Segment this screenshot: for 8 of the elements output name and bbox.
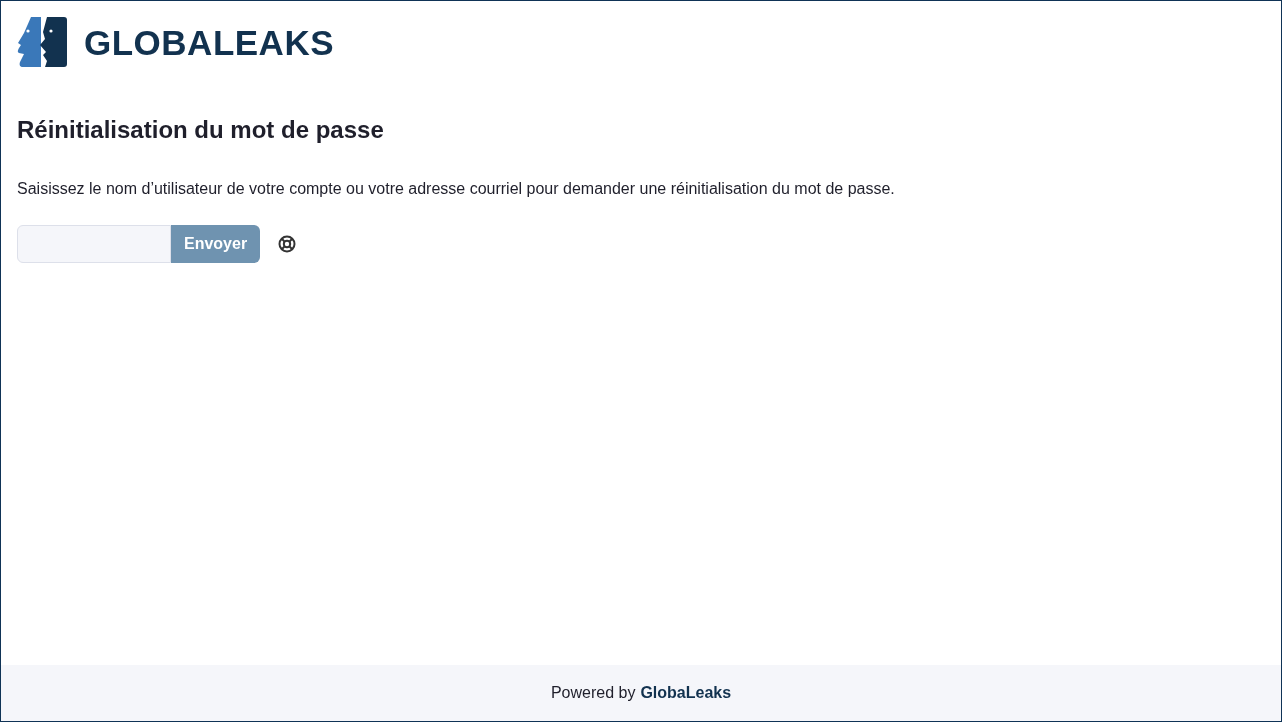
username-input[interactable] <box>17 225 171 263</box>
logo-wordmark: GLOBALEAKS <box>84 24 334 60</box>
instructions-text: Saisissez le nom d’utilisateur de votre compte ou votre adresse courriel pour demander une réinitialisation du mot de passe. <box>17 179 896 199</box>
globaleaks-link[interactable]: GlobaLeaks <box>640 681 732 705</box>
logo-faces-icon <box>17 17 67 67</box>
powered-by-text: Powered by <box>550 683 636 703</box>
page-title: Réinitialisation du mot de passe <box>17 115 385 144</box>
help-lifebuoy-icon[interactable] <box>278 235 297 253</box>
